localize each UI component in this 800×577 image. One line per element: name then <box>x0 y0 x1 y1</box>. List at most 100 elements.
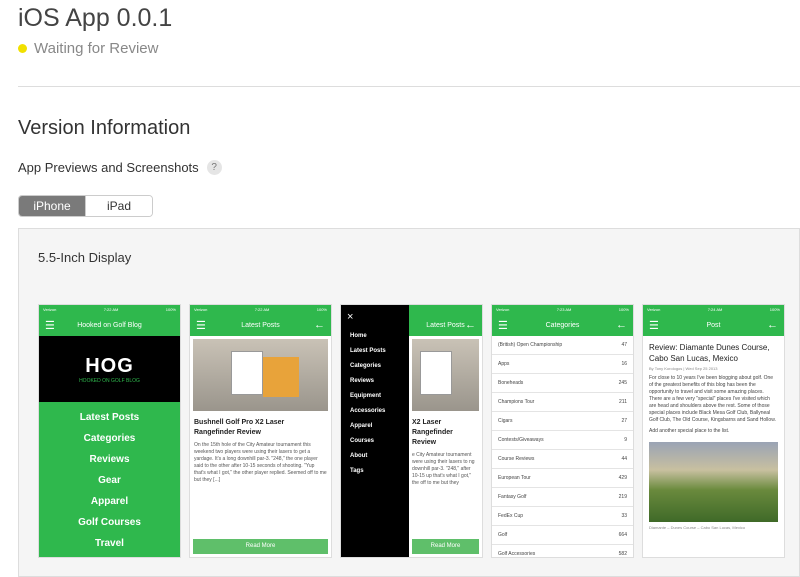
drawer-item: Reviews <box>350 378 375 384</box>
display-size-label: 5.5-Inch Display <box>38 250 132 265</box>
category-row: FedEx Cup 33 <box>492 507 633 526</box>
main-menu: Latest Posts Categories Reviews Gear App… <box>39 402 180 557</box>
post-image <box>649 442 778 522</box>
category-name: Contests/Giveaways <box>498 437 544 443</box>
category-count: 211 <box>619 399 627 405</box>
drawer-item: Courses <box>350 438 375 444</box>
logo-subtext: HOOKED ON GOLF BLOG <box>79 377 140 384</box>
drawer-item: Categories <box>350 363 382 369</box>
post-image <box>412 339 479 411</box>
category-row: Golf Accessories 582 <box>492 545 633 557</box>
time: 7:22 AM <box>254 307 270 312</box>
category-count: 582 <box>618 551 627 557</box>
battery: 100% <box>165 307 176 312</box>
category-count: 47 <box>621 342 627 348</box>
category-row: Apps 16 <box>492 355 633 374</box>
category-row: Course Reviews 44 <box>492 450 633 469</box>
status-dot-icon <box>18 44 27 53</box>
category-row: European Tour 429 <box>492 469 633 488</box>
hamburger-icon: ☰ <box>649 319 659 332</box>
category-name: Boneheads <box>498 380 524 386</box>
category-row: Fantasy Golf 219 <box>492 488 633 507</box>
category-row: Champions Tour 211 <box>492 393 633 412</box>
status-text: Waiting for Review <box>34 40 159 57</box>
screenshot-1[interactable]: Verizon 7:22 AM 100% ☰ Hooked on Golf Blog… <box>39 305 180 557</box>
post-title: Review: Diamante Dunes Course, Cabo San … <box>649 343 770 363</box>
close-icon: × <box>347 311 354 323</box>
drawer-item: Tags <box>350 468 364 474</box>
drawer-item: Accessories <box>350 408 386 414</box>
drawer-item: Home <box>350 333 367 339</box>
screenshot-4[interactable]: Verizon 7:23 AM 100% ☰ Categories ← (Briti… <box>492 305 633 557</box>
category-name: Champions Tour <box>498 399 535 405</box>
status-bar: Verizon 7:23 AM 100% <box>492 305 633 314</box>
previews-label: App Previews and Screenshots ? <box>18 160 222 175</box>
category-name: Fantasy Golf <box>498 494 527 500</box>
image-caption: Diamante – Dunes Course – Cabo San Lucas… <box>649 525 746 530</box>
read-more-button: Read More <box>193 539 328 554</box>
menu-item: Reviews <box>89 454 130 465</box>
carrier: Verizon <box>496 307 510 312</box>
divider <box>18 86 800 87</box>
carrier: Verizon <box>194 307 208 312</box>
drawer-item: Apparel <box>350 423 373 429</box>
device-tabs: iPhone iPad <box>18 195 153 217</box>
category-name: Apps <box>498 361 510 367</box>
category-name: FedEx Cup <box>498 513 524 519</box>
screenshot-3[interactable]: Latest Posts ← X2 Laser Rangefinder Revi… <box>341 305 482 557</box>
drawer-item: Equipment <box>350 393 381 399</box>
category-name: Golf Accessories <box>498 551 536 557</box>
battery: 100% <box>769 307 780 312</box>
category-name: European Tour <box>498 475 531 481</box>
menu-item: Apparel <box>90 496 129 507</box>
category-row: (British) Open Championship 47 <box>492 336 633 355</box>
nav-title: Categories <box>545 321 580 329</box>
tab-ipad[interactable]: iPad <box>85 196 152 216</box>
category-name: Golf <box>498 532 508 538</box>
category-row: Contests/Giveaways 9 <box>492 431 633 450</box>
hamburger-icon: ☰ <box>45 319 55 332</box>
back-arrow-icon: ← <box>465 319 476 331</box>
screenshot-5[interactable]: Verizon 7:24 AM 100% ☰ Post ← Review: Diam… <box>643 305 784 557</box>
category-count: 9 <box>624 437 627 443</box>
category-count: 16 <box>621 361 627 367</box>
post-body: For close to 10 years I've been blogging… <box>649 375 776 423</box>
read-more-button: Read More <box>412 539 479 554</box>
post-title: Bushnell Golf Pro X2 Laser Rangefinder R… <box>194 419 285 436</box>
status-bar: Verizon 7:24 AM 100% <box>643 305 784 314</box>
battery: 100% <box>316 307 327 312</box>
category-count: 219 <box>618 494 627 500</box>
category-count: 664 <box>618 532 627 538</box>
screenshot-2[interactable]: Verizon 7:22 AM 100% ☰ Latest Posts ← Bush… <box>190 305 331 557</box>
category-row: Cigars 27 <box>492 412 633 431</box>
drawer-item: Latest Posts <box>350 348 386 354</box>
logo-text: HOG <box>85 354 134 377</box>
nav-bar: ☰ Latest Posts ← <box>190 314 331 336</box>
nav-bar: ☰ Post ← <box>643 314 784 336</box>
menu-item: Golf Courses <box>78 517 141 528</box>
post-body-2: Add another special place to the list. <box>649 428 730 434</box>
nav-title: Hooked on Golf Blog <box>77 321 142 329</box>
battery: 100% <box>618 307 629 312</box>
time: 7:22 AM <box>103 307 119 312</box>
back-arrow-icon: ← <box>767 319 778 331</box>
screenshot-panel: 5.5-Inch Display Verizon 7:22 AM 100% ☰ Ho… <box>18 228 800 577</box>
category-list: (British) Open Championship 47 Apps 16 Boneh… <box>492 336 633 557</box>
menu-item: Latest Posts <box>79 412 140 423</box>
tab-iphone[interactable]: iPhone <box>19 196 85 216</box>
help-icon[interactable]: ? <box>206 160 222 175</box>
category-count: 33 <box>621 513 627 519</box>
section-title: Version Information <box>18 117 191 139</box>
nav-bar: ☰ Categories ← <box>492 314 633 336</box>
carrier: Verizon <box>647 307 661 312</box>
post-image <box>193 339 328 411</box>
category-row: Golf 664 <box>492 526 633 545</box>
app-status: Waiting for Review <box>18 40 158 57</box>
category-count: 44 <box>621 456 627 462</box>
previews-label-text: App Previews and Screenshots <box>18 160 199 175</box>
hamburger-icon: ☰ <box>196 319 206 332</box>
post-excerpt: On the 15th hole of the City Amateur tou… <box>194 442 327 483</box>
drawer-item: About <box>350 453 368 459</box>
logo: HOG HOOKED ON GOLF BLOG <box>39 336 180 402</box>
category-name: Cigars <box>498 418 513 424</box>
